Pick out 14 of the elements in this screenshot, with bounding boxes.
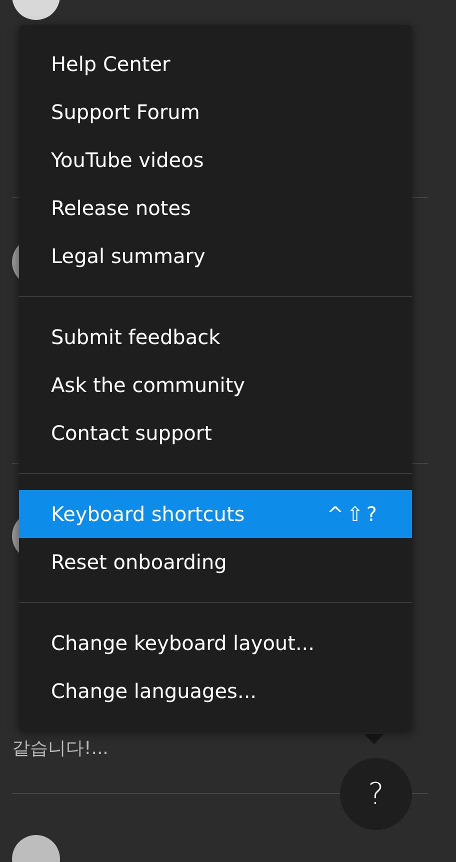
menu-item[interactable]: Ask the community — [19, 361, 412, 409]
menu-item[interactable]: Release notes — [19, 184, 412, 232]
menu-item[interactable]: Support Forum — [19, 88, 412, 136]
help-button[interactable]: ? — [340, 758, 412, 830]
menu-item[interactable]: Change languages... — [19, 667, 412, 715]
menu-item[interactable]: Help Center — [19, 40, 412, 88]
menu-item[interactable]: Contact support — [19, 409, 412, 457]
menu-item[interactable]: Reset onboarding — [19, 538, 412, 586]
menu-item[interactable]: Change keyboard layout... — [19, 619, 412, 667]
menu-item[interactable]: YouTube videos — [19, 136, 412, 184]
menu-item[interactable]: Keyboard shortcuts ^⇧? — [19, 490, 412, 538]
post-snippet: 같습니다!... — [12, 737, 108, 760]
menu-item[interactable]: Submit feedback — [19, 313, 412, 361]
menu-pointer-icon — [364, 734, 384, 744]
